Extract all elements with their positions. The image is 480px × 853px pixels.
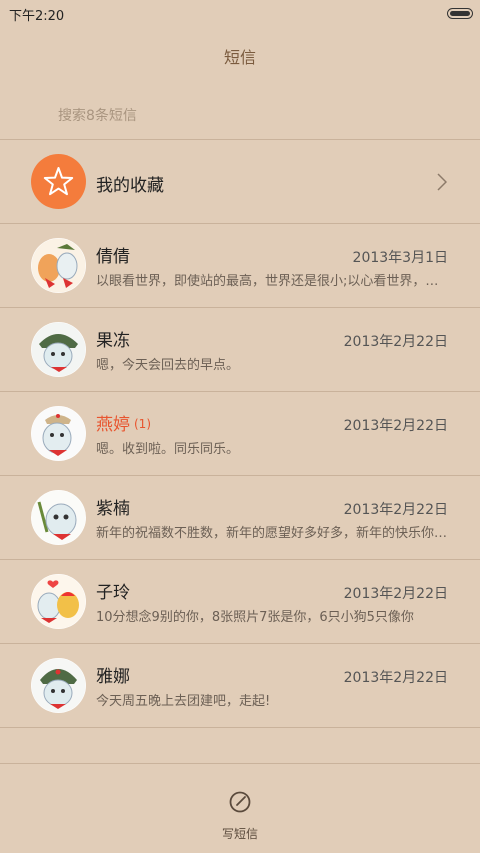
avatar — [31, 658, 86, 713]
unread-count-badge: (1) — [134, 417, 151, 431]
message-preview: 10分想念9别的你，8张照片7张是你，6只小狗5只像你 — [96, 610, 414, 625]
compose-label: 写短信 — [221, 827, 258, 841]
message-date: 2013年2月22日 — [343, 418, 448, 434]
avatar — [31, 574, 86, 629]
message-date: 2013年3月1日 — [352, 250, 448, 266]
avatar — [31, 490, 86, 545]
conversation-item[interactable]: 燕婷 (1) 2013年2月22日 嗯。收到啦。同乐同乐。 — [0, 392, 480, 476]
contact-name: 子玲 — [96, 583, 130, 603]
compose-button[interactable]: 写短信 — [0, 783, 480, 843]
status-time: 下午2:20 — [9, 9, 65, 24]
compose-icon — [229, 791, 251, 813]
star-icon — [31, 154, 86, 209]
battery-icon — [447, 8, 473, 19]
contact-name: 果冻 — [96, 331, 130, 351]
avatar — [31, 406, 86, 461]
contact-name: 雅娜 — [96, 667, 130, 687]
message-preview: 嗯，今天会回去的早点。 — [96, 358, 240, 373]
contact-name: 紫楠 — [96, 499, 130, 519]
message-date: 2013年2月22日 — [343, 586, 448, 602]
conversation-item[interactable]: 果冻 2013年2月22日 嗯，今天会回去的早点。 — [0, 308, 480, 392]
conversation-item[interactable]: 倩倩 2013年3月1日 以眼看世界，即使站的最高，世界还是很小;以心看世界，即… — [0, 224, 480, 308]
message-date: 2013年2月22日 — [343, 670, 448, 686]
message-date: 2013年2月22日 — [343, 334, 448, 350]
contact-name: 倩倩 — [96, 247, 130, 267]
chevron-right-icon — [437, 173, 447, 191]
message-date: 2013年2月22日 — [343, 502, 448, 518]
favorites-label: 我的收藏 — [96, 176, 164, 196]
avatar — [31, 322, 86, 377]
contact-name: 燕婷 (1) — [96, 415, 151, 435]
bottom-bar-divider — [0, 763, 480, 764]
favorites-row[interactable]: 我的收藏 — [0, 140, 480, 223]
conversation-item[interactable]: 雅娜 2013年2月22日 今天周五晚上去团建吧，走起! — [0, 644, 480, 728]
divider — [0, 727, 480, 728]
message-preview: 嗯。收到啦。同乐同乐。 — [96, 442, 240, 457]
conversation-item[interactable]: 子玲 2013年2月22日 10分想念9别的你，8张照片7张是你，6只小狗5只像… — [0, 560, 480, 644]
search-input[interactable]: 搜索8条短信 — [58, 105, 137, 125]
message-preview: 新年的祝福数不胜数，新年的愿望好多好多，新年的快乐你我都有 — [96, 526, 448, 541]
avatar — [31, 238, 86, 293]
page-title: 短信 — [223, 48, 256, 67]
conversation-item[interactable]: 紫楠 2013年2月22日 新年的祝福数不胜数，新年的愿望好多好多，新年的快乐你… — [0, 476, 480, 560]
message-preview: 以眼看世界，即使站的最高，世界还是很小;以心看世界，即使站的最低，世界还是很大 — [96, 274, 448, 289]
status-bar: 下午2:20 — [0, 0, 480, 26]
message-preview: 今天周五晚上去团建吧，走起! — [96, 694, 271, 709]
